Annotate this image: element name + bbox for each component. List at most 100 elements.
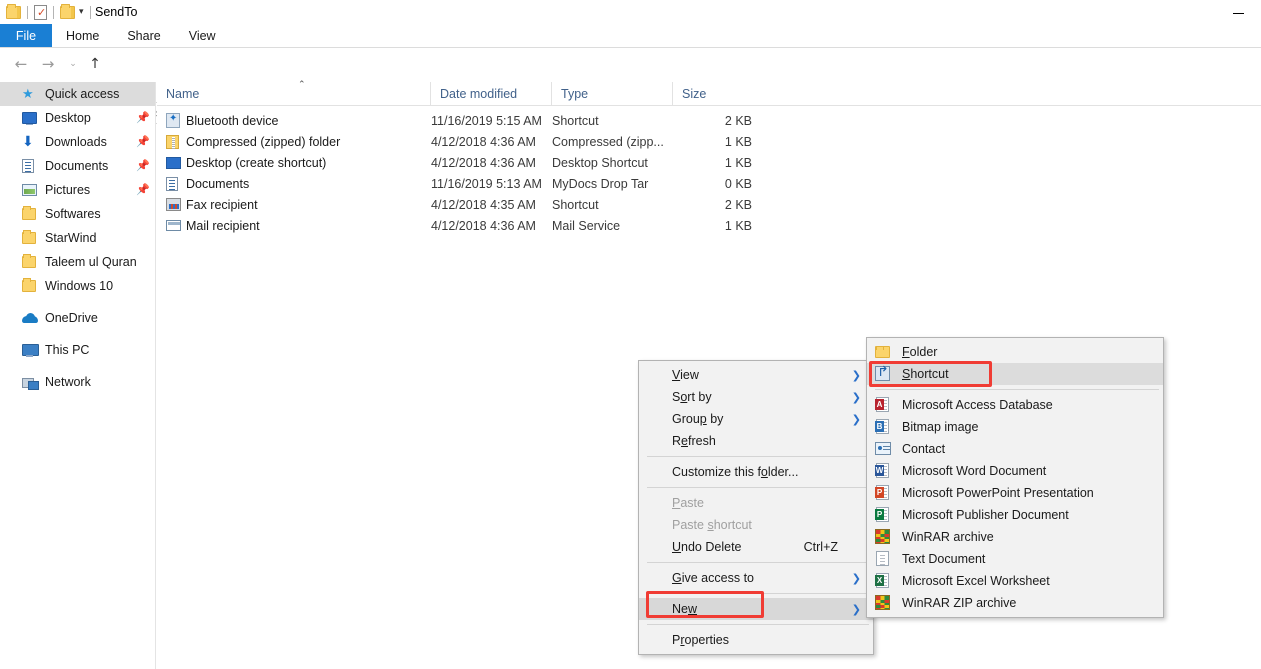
contact-icon [875, 441, 891, 457]
computer-icon [22, 344, 40, 357]
submenu-item-contact[interactable]: Contact [867, 438, 1163, 460]
file-size-cell: 1 KB [673, 131, 752, 152]
sidebar-item-documents[interactable]: Documents📌 [0, 154, 155, 178]
submenu-item-microsoft-excel-worksheet[interactable]: XMicrosoft Excel Worksheet [867, 570, 1163, 592]
file-date-cell: 4/12/2018 4:36 AM [431, 131, 536, 152]
file-name-label: Fax recipient [186, 198, 258, 212]
menu-item-view[interactable]: View❯ [639, 364, 873, 386]
up-button[interactable]: ↑ [84, 54, 106, 74]
forward-button[interactable]: → [37, 54, 59, 74]
minimize-button[interactable] [1215, 0, 1261, 24]
submenu-item-shortcut[interactable]: Shortcut [867, 363, 1163, 385]
chevron-down-icon[interactable]: ▾ [79, 7, 84, 17]
tab-home[interactable]: Home [52, 24, 113, 48]
recent-locations-button[interactable]: ⌄ [62, 54, 84, 74]
chevron-right-icon: ❯ [852, 603, 861, 616]
sidebar-item-this-pc[interactable]: This PC [0, 338, 155, 362]
submenu-item-label: Microsoft Excel Worksheet [902, 570, 1050, 592]
submenu-item-text-document[interactable]: Text Document [867, 548, 1163, 570]
pictures-icon [22, 184, 40, 196]
chevron-right-icon: ❯ [852, 572, 861, 585]
navigation-pane: ★Quick accessDesktop📌⬇Downloads📌Document… [0, 82, 156, 669]
table-row[interactable]: Mail recipient4/12/2018 4:36 AMMail Serv… [157, 215, 1261, 236]
sidebar-item-pictures[interactable]: Pictures📌 [0, 178, 155, 202]
file-name-label: Mail recipient [186, 219, 260, 233]
back-button[interactable]: ← [10, 54, 32, 74]
sidebar-item-quick-access[interactable]: ★Quick access [0, 82, 155, 106]
submenu-item-label: WinRAR archive [902, 526, 994, 548]
new-folder-icon[interactable] [60, 6, 75, 19]
table-row[interactable]: Bluetooth device11/16/2019 5:15 AMShortc… [157, 110, 1261, 131]
pin-icon[interactable]: 📌 [136, 112, 147, 124]
submenu-item-microsoft-publisher-document[interactable]: PMicrosoft Publisher Document [867, 504, 1163, 526]
tab-label: View [189, 29, 216, 43]
submenu-item-bitmap-image[interactable]: BBitmap image [867, 416, 1163, 438]
submenu-item-folder[interactable]: Folder [867, 341, 1163, 363]
word-icon: W [875, 463, 891, 479]
submenu-item-winrar-archive[interactable]: WinRAR archive [867, 526, 1163, 548]
pin-icon[interactable]: 📌 [136, 184, 147, 196]
submenu-item-microsoft-word-document[interactable]: WMicrosoft Word Document [867, 460, 1163, 482]
properties-checkbox-icon[interactable]: ✓ [34, 5, 47, 20]
sidebar-spacer [0, 298, 155, 306]
table-row[interactable]: Compressed (zipped) folder 4/12/2018 4:36… [157, 131, 1261, 152]
table-row[interactable]: Desktop (create shortcut)4/12/2018 4:36 … [157, 152, 1261, 173]
column-header-date-modified[interactable]: Date modified [430, 82, 551, 106]
bitmap-icon: B [875, 419, 891, 435]
menu-item-group-by[interactable]: Group by❯ [639, 408, 873, 430]
ribbon-tabs: File HomeShare View [0, 24, 1261, 48]
folder-icon[interactable] [6, 6, 21, 19]
sidebar-item-label: Taleem ul Quran [45, 250, 137, 274]
menu-item-label: Customize this folder... [672, 465, 798, 479]
file-name-cell: Mail recipient [166, 215, 260, 236]
file-size-cell: 0 KB [673, 173, 752, 194]
sidebar-item-taleem-ul-quran[interactable]: Taleem ul Quran [0, 250, 155, 274]
file-size-cell: 2 KB [673, 110, 752, 131]
chevron-right-icon: ❯ [852, 413, 861, 426]
menu-item-label: Refresh [672, 434, 716, 448]
table-row[interactable]: Documents11/16/2019 5:13 AMMyDocs Drop T… [157, 173, 1261, 194]
column-header-label: Name [166, 87, 199, 101]
menu-item-sort-by[interactable]: Sort by❯ [639, 386, 873, 408]
tab-share[interactable]: Share [113, 24, 174, 48]
folder-icon [22, 232, 40, 244]
toolbar-divider [27, 6, 28, 19]
column-header-label: Size [682, 87, 706, 101]
tab-view[interactable]: View [175, 24, 230, 48]
submenu-item-microsoft-powerpoint-presentation[interactable]: PMicrosoft PowerPoint Presentation [867, 482, 1163, 504]
menu-separator [875, 389, 1159, 390]
menu-separator [647, 562, 869, 563]
menu-item-refresh[interactable]: Refresh [639, 430, 873, 452]
column-header-name[interactable]: Name ⌃ [157, 82, 430, 106]
menu-item-new[interactable]: New ❯ [639, 598, 873, 620]
file-name-label: Compressed (zipped) folder [186, 135, 340, 149]
submenu-item-winrar-zip-archive[interactable]: WinRAR ZIP archive [867, 592, 1163, 614]
menu-item-give-access-to[interactable]: Give access to❯ [639, 567, 873, 589]
file-name-cell: Desktop (create shortcut) [166, 152, 326, 173]
tab-label: File [16, 29, 36, 43]
pin-icon[interactable]: 📌 [136, 136, 147, 148]
sort-ascending-icon: ⌃ [298, 80, 306, 90]
column-header-size[interactable]: Size [672, 82, 752, 106]
menu-item-properties[interactable]: Properties [639, 629, 873, 651]
desktop-icon [22, 112, 40, 124]
sidebar-item-softwares[interactable]: Softwares [0, 202, 155, 226]
menu-item-undo-delete[interactable]: Undo DeleteCtrl+Z [639, 536, 873, 558]
sidebar-item-onedrive[interactable]: OneDrive [0, 306, 155, 330]
submenu-item-microsoft-access-database[interactable]: AMicrosoft Access Database [867, 394, 1163, 416]
file-type-cell: Mail Service [552, 215, 620, 236]
tab-file[interactable]: File [0, 24, 52, 48]
sidebar-item-windows-10[interactable]: Windows 10 [0, 274, 155, 298]
sidebar-item-starwind[interactable]: StarWind [0, 226, 155, 250]
sidebar-item-desktop[interactable]: Desktop📌 [0, 106, 155, 130]
pin-icon[interactable]: 📌 [136, 160, 147, 172]
documents-icon [22, 159, 40, 173]
file-size-cell: 2 KB [673, 194, 752, 215]
sidebar-item-network[interactable]: Network [0, 370, 155, 394]
sidebar-item-downloads[interactable]: ⬇Downloads📌 [0, 130, 155, 154]
column-header-type[interactable]: Type [551, 82, 672, 106]
menu-item-customize-this-folder[interactable]: Customize this folder... [639, 461, 873, 483]
menu-item-label: New [672, 602, 697, 616]
column-header-label: Date modified [440, 87, 517, 101]
table-row[interactable]: Fax recipient4/12/2018 4:35 AMShortcut2 … [157, 194, 1261, 215]
